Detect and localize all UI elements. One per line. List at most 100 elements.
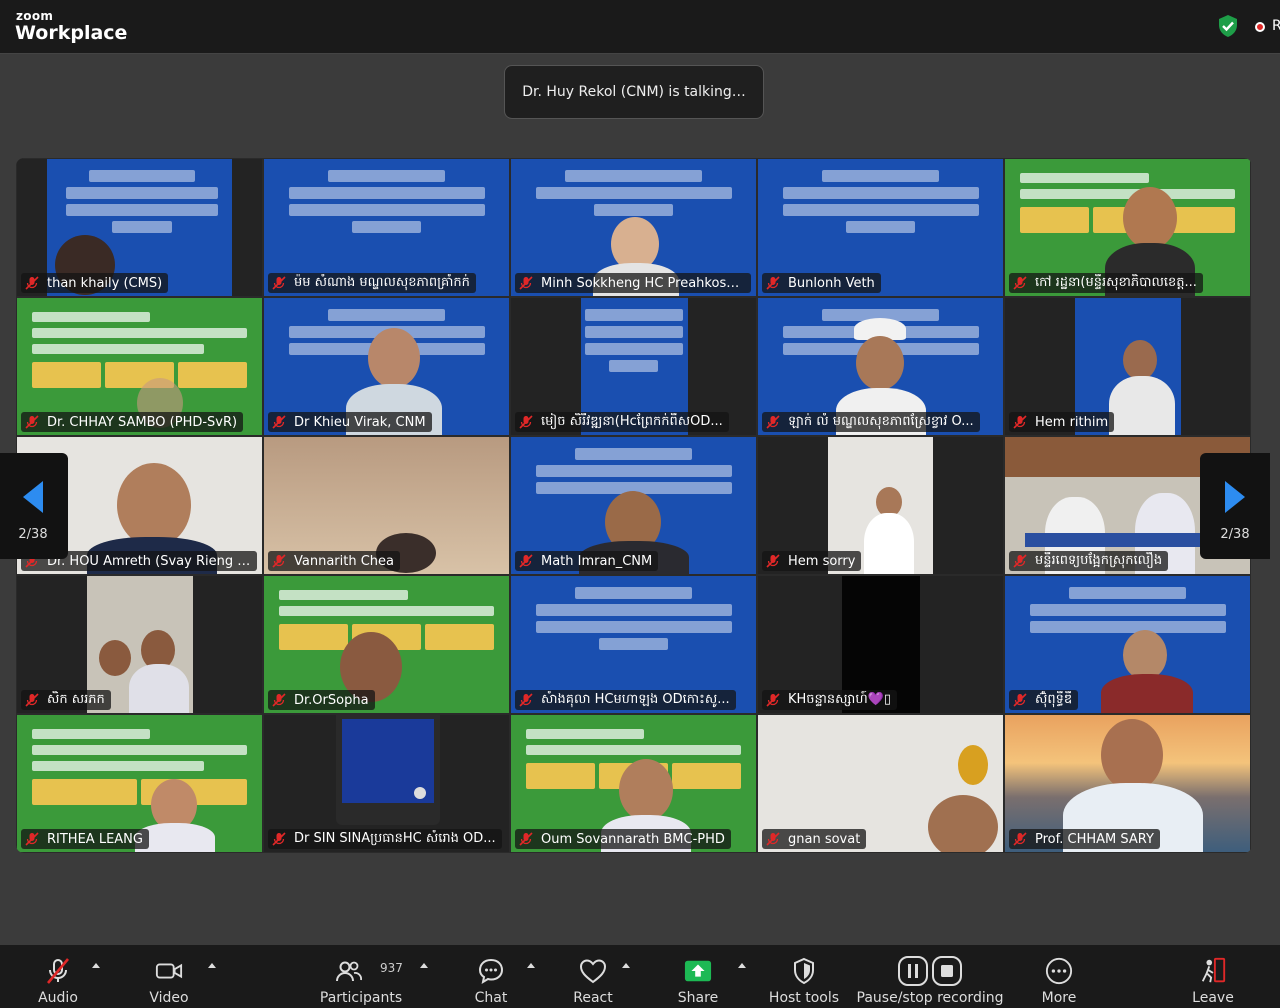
muted-mic-icon [1013,832,1027,846]
pause-stop-label: Pause/stop recording [856,990,1004,1006]
leave-button[interactable]: Leave [1184,945,1242,1008]
next-page-button[interactable]: 2/38 [1200,453,1270,559]
muted-mic-icon [519,832,533,846]
video-tile[interactable]: Dr Khieu Virak, CNM [263,297,510,436]
muted-mic-icon [766,554,780,568]
meeting-toolbar: Audio Video 937 Participants Chat React … [0,945,1280,1008]
video-tile[interactable]: ស៊ុំពុទ្ធីឌី [1004,575,1251,714]
video-tile[interactable]: gnan sovat [757,714,1004,853]
muted-mic-icon [272,415,286,429]
video-tile[interactable]: than khaily (CMS) [16,158,263,297]
share-button[interactable]: Share [668,945,728,1008]
more-label: More [1041,990,1077,1006]
heart-icon [579,957,607,985]
chat-button[interactable]: Chat [462,945,520,1008]
video-tile[interactable]: មៀច សិរីវឌ្ឍនា(Hcព្រែកក់ពីសOD... [510,297,757,436]
arrow-left-icon [23,480,43,513]
react-options-chevron-up-icon[interactable] [622,963,630,968]
pause-stop-icon [898,956,962,986]
arrow-right-icon [1225,480,1245,513]
participants-label: Participants [319,990,403,1006]
mic-muted-icon [44,957,72,985]
participant-name-tag: Hem sorry [762,551,862,571]
video-tile[interactable]: Dr.OrSopha [263,575,510,714]
participants-button[interactable]: 937 Participants [319,945,403,1008]
participants-options-chevron-up-icon[interactable] [420,963,428,968]
participant-name-tag: ម៉ម សំណាង មណ្ឌលសុខភាពគ្រាំកក់ [268,273,476,293]
more-button[interactable]: More [1030,945,1088,1008]
audio-button[interactable]: Audio [28,945,88,1008]
video-tile[interactable]: Hem sorry [757,436,1004,575]
audio-options-chevron-up-icon[interactable] [92,963,100,968]
participant-name-tag: Dr. CHHAY SAMBO (PHD-SvR) [21,412,244,432]
video-tile[interactable]: សិក សរភក [16,575,263,714]
video-tile[interactable]: Dr SIN SINAប្រធានHC សំរោង OD... [263,714,510,853]
muted-mic-icon [272,693,286,707]
chat-bubble-icon [477,957,505,985]
muted-mic-icon [272,832,286,846]
participant-name-tag: KHចន្ទានស្សាហ៍💜▯ [762,690,898,710]
video-tile[interactable]: Oum Sovannarath BMC-PHD [510,714,757,853]
previous-page-button[interactable]: 2/38 [0,453,68,559]
host-shield-icon [790,957,818,985]
video-tile[interactable]: ឡាក់ លំ មណ្ឌលសុខភាពស្រែខ្វាវ O... [757,297,1004,436]
video-tile[interactable]: កៅ រដ្ឋនា(មន្ទីរសុខាភិបាលខេត្ត... [1004,158,1251,297]
share-label: Share [677,990,719,1006]
page-indicator: 2/38 [1220,526,1250,542]
participant-name-tag: សំាងគុលា HCមហាឡង ODកោះសូ... [515,690,736,710]
video-tile[interactable]: ម៉ម សំណាង មណ្ឌលសុខភាពគ្រាំកក់ [263,158,510,297]
participant-name-tag: សិក សរភក [21,690,111,710]
workplace-logo: Workplace [15,22,128,44]
video-tile[interactable]: KHចន្ទានស្សាហ៍💜▯ [757,575,1004,714]
video-tile[interactable]: Hem rithim [1004,297,1251,436]
muted-mic-icon [1013,276,1027,290]
participant-name-tag: Dr SIN SINAប្រធានHC សំរោង OD... [268,829,502,849]
security-shield-icon[interactable] [1216,14,1240,38]
host-tools-label: Host tools [768,990,840,1006]
zoom-logo-small: zoom [16,9,54,23]
participant-name-tag: Hem rithim [1009,412,1115,432]
muted-mic-icon [272,554,286,568]
muted-mic-icon [1013,415,1027,429]
muted-mic-icon [766,415,780,429]
participant-name-tag: មៀច សិរីវឌ្ឍនា(Hcព្រែកក់ពីសOD... [515,412,729,432]
host-tools-button[interactable]: Host tools [764,945,844,1008]
video-tile[interactable]: Math Imran_CNM [510,436,757,575]
react-button[interactable]: React [563,945,623,1008]
participant-name-tag: Bunlonh Veth [762,273,881,293]
video-tile[interactable]: សំាងគុលា HCមហាឡង ODកោះសូ... [510,575,757,714]
recording-indicator-icon[interactable] [1255,22,1265,32]
leave-door-icon [1199,957,1227,985]
video-tile[interactable]: RITHEA LEANG [16,714,263,853]
video-tile[interactable]: Dr. CHHAY SAMBO (PHD-SvR) [16,297,263,436]
participant-name-tag: Prof. CHHAM SARY [1009,829,1160,849]
video-tile[interactable]: Vannarith Chea [263,436,510,575]
participant-name-tag: Minh Sokkheng HC Preahkosom... [515,273,751,293]
active-speaker-banner: Dr. Huy Rekol (CNM) is talking… [504,65,764,119]
muted-mic-icon [25,276,39,290]
recording-label: R [1272,18,1280,34]
video-tile[interactable]: Bunlonh Veth [757,158,1004,297]
video-tile[interactable]: Minh Sokkheng HC Preahkosom... [510,158,757,297]
participant-name-tag: ឡាក់ លំ មណ្ឌលសុខភាពស្រែខ្វាវ O... [762,412,980,432]
video-button[interactable]: Video [139,945,199,1008]
participant-name-tag: មន្ទីរពេទ្យបង្អែកស្រុកលឿង [1009,551,1169,571]
participants-icon [335,957,363,985]
participant-name-tag: Dr Khieu Virak, CNM [268,412,432,432]
participant-name-tag: ស៊ុំពុទ្ធីឌី [1009,690,1079,710]
muted-mic-icon [272,276,286,290]
participant-name-tag: Dr.OrSopha [268,690,375,710]
video-options-chevron-up-icon[interactable] [208,963,216,968]
participant-name-tag: Math Imran_CNM [515,551,659,571]
video-tile[interactable]: Prof. CHHAM SARY [1004,714,1251,853]
participant-name-tag: Vannarith Chea [268,551,401,571]
muted-mic-icon [25,415,39,429]
video-camera-icon [155,957,183,985]
participants-count: 937 [380,961,403,975]
share-options-chevron-up-icon[interactable] [738,963,746,968]
leave-label: Leave [1192,990,1234,1006]
chat-options-chevron-up-icon[interactable] [527,963,535,968]
participant-name-tag: RITHEA LEANG [21,829,149,849]
pause-stop-recording-button[interactable]: Pause/stop recording [857,945,1003,1008]
share-screen-icon [684,957,712,985]
